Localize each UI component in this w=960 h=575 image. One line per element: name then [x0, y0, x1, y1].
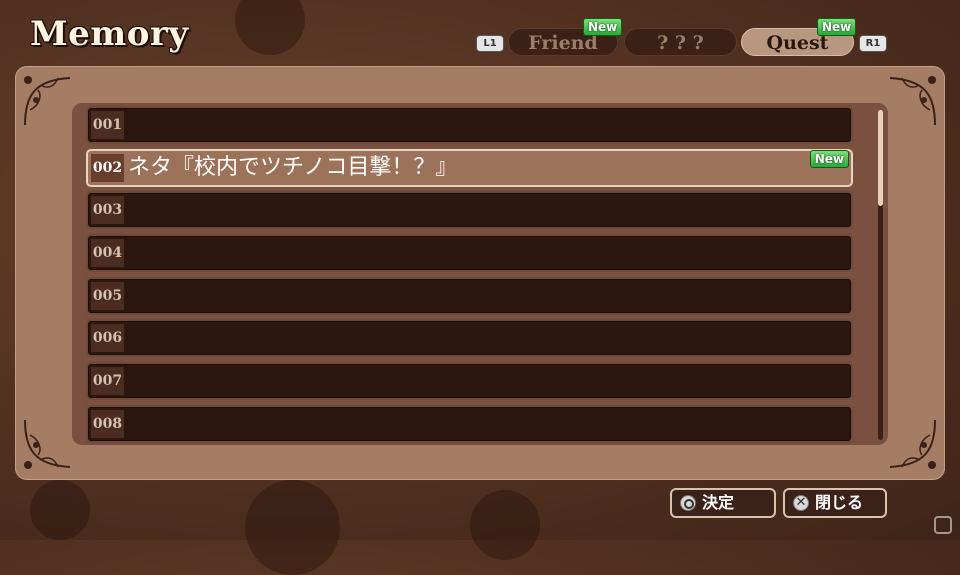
scrollbar-thumb[interactable]: [878, 110, 883, 206]
corner-ornament-icon: [889, 419, 936, 469]
scrollbar[interactable]: [878, 110, 883, 440]
background-flower: [470, 490, 540, 560]
list-item[interactable]: 003: [86, 191, 853, 229]
corner-ornament-icon: [24, 76, 71, 126]
list-item[interactable]: 008: [86, 405, 853, 443]
page-title: Memory: [30, 14, 189, 54]
new-badge: New: [817, 18, 857, 36]
row-title: ネタ『校内でツチノコ目撃！？』: [128, 155, 458, 180]
row-number: 002: [91, 154, 124, 182]
row-number: 005: [91, 282, 124, 310]
background-flower: [235, 0, 305, 55]
list-item[interactable]: 004: [86, 234, 853, 272]
tab-unknown[interactable]: ? ? ?: [624, 28, 737, 56]
list-item-selected[interactable]: 002 ネタ『校内でツチノコ目撃！？』 New: [86, 149, 853, 187]
r1-button[interactable]: R1: [859, 35, 887, 52]
close-button[interactable]: ✕ 閉じる: [783, 488, 887, 518]
background-flower: [30, 480, 90, 540]
tab-label: ? ? ?: [657, 32, 704, 54]
new-badge: New: [809, 150, 849, 168]
list-item[interactable]: 006: [86, 319, 853, 357]
row-number: 007: [91, 367, 124, 395]
row-number: 004: [91, 239, 124, 267]
close-label: 閉じる: [815, 493, 864, 512]
background-flower: [245, 480, 340, 575]
corner-ornament-icon: [24, 419, 71, 469]
corner-ornament-icon: [889, 76, 936, 126]
list-item[interactable]: 001: [86, 106, 853, 144]
confirm-label: 決定: [702, 493, 735, 512]
confirm-button[interactable]: 決定: [670, 488, 776, 518]
watermark-logo-icon: [934, 516, 952, 534]
row-number: 003: [91, 196, 124, 224]
new-badge: New: [583, 18, 623, 36]
row-number: 008: [91, 410, 124, 438]
list-item[interactable]: 005: [86, 277, 853, 315]
list-item[interactable]: 007: [86, 362, 853, 400]
circle-button-icon: [680, 495, 696, 511]
l1-button[interactable]: L1: [476, 35, 504, 52]
row-number: 001: [91, 111, 124, 139]
cross-button-icon: ✕: [793, 495, 809, 511]
row-number: 006: [91, 324, 124, 352]
